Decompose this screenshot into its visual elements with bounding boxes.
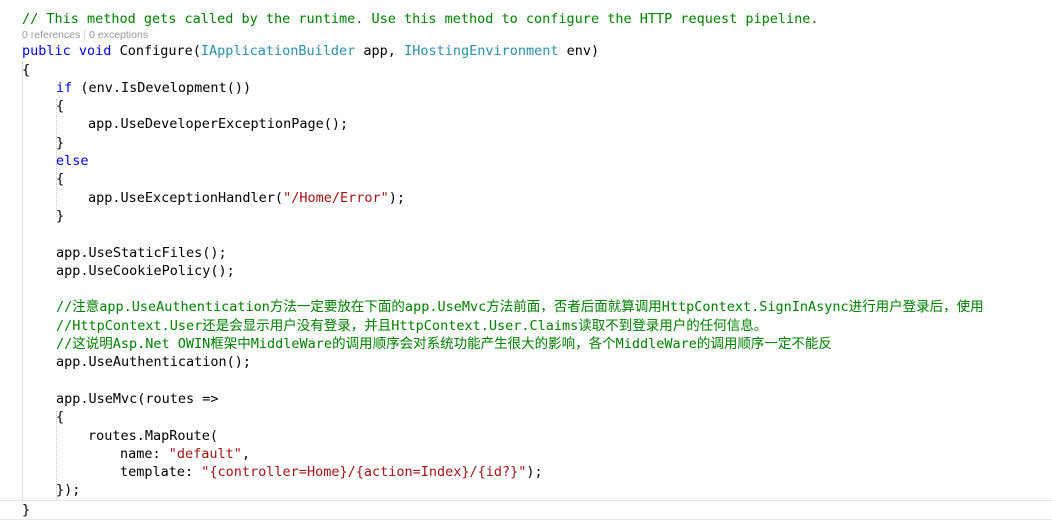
brace-close-paren: }); — [56, 482, 81, 499]
code-editor[interactable]: // This method gets called by the runtim… — [0, 0, 1052, 530]
code-line-cn-comment-3[interactable]: //这说明Asp.Net OWIN框架中MiddleWare的调用顺序会对系统功… — [0, 335, 1052, 353]
param-label-template: template: — [120, 464, 202, 481]
code-line-use-developer-exception-page[interactable]: app.UseDeveloperExceptionPage(); — [0, 115, 1052, 133]
code-line-route-template[interactable]: template: "{controller=Home}/{action=Ind… — [0, 463, 1052, 481]
param-env: env) — [558, 43, 600, 60]
code-line-else-open-brace[interactable]: { — [0, 170, 1052, 188]
code-line-use-exception-handler[interactable]: app.UseExceptionHandler("/Home/Error"); — [0, 189, 1052, 207]
code-line-method-close-brace[interactable]: } — [0, 499, 1052, 520]
comment-text-cn-2: //HttpContext.User还是会显示用户没有登录，并且HttpCont… — [56, 317, 768, 334]
code-line-route-name[interactable]: name: "default", — [0, 445, 1052, 463]
codelens-references[interactable]: 0 references — [22, 29, 80, 41]
brace-open: { — [22, 61, 31, 78]
statement: app.UseCookiePolicy(); — [56, 262, 235, 279]
statement: routes.MapRoute( — [88, 427, 219, 444]
codelens-bar[interactable]: 0 references | 0 exceptions — [0, 28, 1052, 42]
method-name-configure: Configure( — [111, 43, 201, 60]
code-line-usemvc-open-brace[interactable]: { — [0, 408, 1052, 426]
code-line-map-route[interactable]: routes.MapRoute( — [0, 427, 1052, 445]
keyword-void: void — [78, 43, 112, 60]
code-line-cn-comment-2[interactable]: //HttpContext.User还是会显示用户没有登录，并且HttpCont… — [0, 317, 1052, 335]
brace-open: { — [56, 98, 65, 115]
string-literal-default: "default" — [168, 445, 242, 462]
keyword-else: else — [56, 153, 89, 170]
code-line-if[interactable]: if (env.IsDevelopment()) — [0, 79, 1052, 97]
code-line-blank-2[interactable] — [0, 280, 1052, 298]
code-line-cn-comment-1[interactable]: //注意app.UseAuthentication方法一定要放在下面的app.U… — [0, 298, 1052, 316]
codelens-exceptions[interactable]: 0 exceptions — [89, 29, 148, 41]
statement: app.UseStaticFiles(); — [56, 244, 227, 261]
codelens-separator: | — [83, 29, 87, 42]
brace-close: } — [56, 207, 65, 224]
comment-text-cn-1: //注意app.UseAuthentication方法一定要放在下面的app.U… — [56, 299, 984, 316]
comma: , — [241, 445, 251, 462]
brace-open: { — [56, 171, 65, 188]
string-literal-home-error: "/Home/Error" — [283, 189, 389, 206]
keyword-public: public — [22, 43, 71, 60]
brace-open: { — [56, 409, 65, 426]
code-line-use-cookie-policy[interactable]: app.UseCookiePolicy(); — [0, 262, 1052, 280]
type-ihostingenvironment: IHostingEnvironment — [404, 43, 559, 60]
space-1 — [71, 43, 79, 59]
code-line-blank-1[interactable] — [0, 225, 1052, 243]
code-line-blank-3[interactable] — [0, 372, 1052, 390]
code-line-method-signature[interactable]: public void Configure(IApplicationBuilde… — [0, 42, 1052, 60]
code-line-else-close-brace[interactable]: } — [0, 207, 1052, 225]
if-condition: (env.IsDevelopment()) — [72, 79, 252, 96]
code-line-use-static-files[interactable]: app.UseStaticFiles(); — [0, 244, 1052, 262]
brace-close: } — [56, 134, 65, 151]
call-expression: app.UseExceptionHandler( — [88, 189, 284, 206]
code-line-method-open-brace[interactable]: { — [0, 61, 1052, 79]
brace-close: } — [22, 501, 31, 518]
param-app: app, — [355, 43, 405, 60]
comment-text: // This method gets called by the runtim… — [22, 11, 819, 27]
call-tail: ); — [526, 464, 543, 481]
type-iapplicationbuilder: IApplicationBuilder — [200, 43, 356, 60]
statement: app.UseAuthentication(); — [56, 354, 252, 371]
keyword-if: if — [56, 79, 73, 96]
statement: app.UseMvc(routes => — [56, 390, 219, 407]
call-tail: ); — [388, 189, 406, 206]
string-literal-route-template: "{controller=Home}/{action=Index}/{id?}" — [201, 464, 527, 481]
code-line-comment-summary[interactable]: // This method gets called by the runtim… — [0, 10, 1052, 28]
code-line-if-close-brace[interactable]: } — [0, 134, 1052, 152]
statement: app.UseDeveloperExceptionPage(); — [88, 116, 349, 133]
code-line-if-open-brace[interactable]: { — [0, 97, 1052, 115]
code-line-use-mvc[interactable]: app.UseMvc(routes => — [0, 390, 1052, 408]
code-line-else[interactable]: else — [0, 152, 1052, 170]
code-line-use-authentication[interactable]: app.UseAuthentication(); — [0, 353, 1052, 371]
code-line-usemvc-close[interactable]: }); — [0, 481, 1052, 499]
param-label-name: name: — [120, 445, 169, 462]
comment-text-cn-3: //这说明Asp.Net OWIN框架中MiddleWare的调用顺序会对系统功… — [56, 336, 832, 353]
